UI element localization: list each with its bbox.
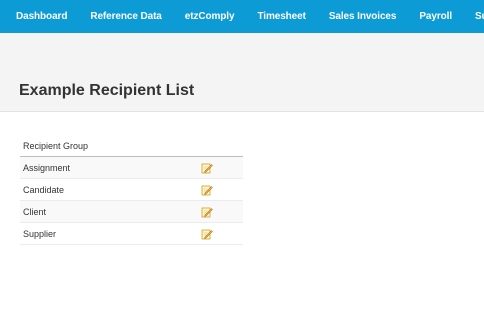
row-label: Assignment xyxy=(23,162,71,173)
page-title: Example Recipient List xyxy=(19,82,195,99)
edit-icon[interactable] xyxy=(201,162,213,174)
table-header: Recipient Group xyxy=(20,135,243,157)
table-body: Assignment Candidate Client Supplier xyxy=(20,157,243,245)
column-header-recipient-group: Recipient Group xyxy=(23,140,89,151)
nav-item-payroll[interactable]: Payroll xyxy=(419,11,452,22)
nav-item-etzcomply[interactable]: etzComply xyxy=(185,11,235,22)
nav-item-dashboard[interactable]: Dashboard xyxy=(16,11,67,22)
row-label: Candidate xyxy=(23,184,65,195)
recipient-table: Recipient Group Assignment Candidate Cli… xyxy=(20,135,243,245)
top-navigation: Dashboard Reference Data etzComply Times… xyxy=(0,0,484,33)
table-row: Candidate xyxy=(20,179,243,201)
edit-icon[interactable] xyxy=(201,184,213,196)
nav-item-reference-data[interactable]: Reference Data xyxy=(90,11,162,22)
row-label: Client xyxy=(23,206,47,217)
edit-icon[interactable] xyxy=(201,206,213,218)
table-row: Supplier xyxy=(20,223,243,245)
table-row: Client xyxy=(20,201,243,223)
row-label: Supplier xyxy=(23,228,57,239)
content-panel: Recipient Group Assignment Candidate Cli… xyxy=(0,111,484,332)
table-row: Assignment xyxy=(20,157,243,179)
nav-item-timesheet[interactable]: Timesheet xyxy=(257,11,305,22)
nav-item-sales-invoices[interactable]: Sales Invoices xyxy=(329,11,397,22)
edit-icon[interactable] xyxy=(201,228,213,240)
nav-item-suppliers[interactable]: Sup xyxy=(475,11,484,22)
